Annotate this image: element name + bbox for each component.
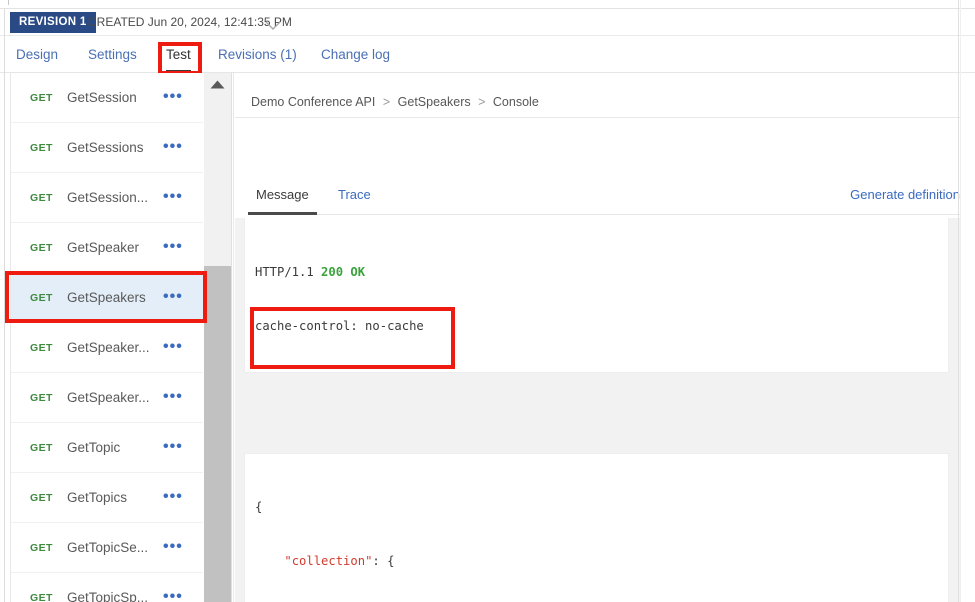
operation-method-badge: GET	[30, 242, 53, 254]
ellipsis-icon[interactable]: •••	[163, 573, 183, 602]
header-content-type: content-type: application/vnd.collection…	[255, 372, 585, 373]
body-line-0: {	[255, 499, 263, 514]
response-headers-text: HTTP/1.1 200 OK cache-control: no-cache …	[255, 226, 585, 373]
api-tab-bar: Design Settings Test Revisions (1) Chang…	[0, 36, 975, 73]
operation-name: GetSession...	[67, 190, 149, 205]
operation-row-gettopicse[interactable]: GET GetTopicSe... •••	[11, 523, 203, 573]
operation-row-getspeaker-truncated-1[interactable]: GET GetSpeaker... •••	[11, 323, 203, 373]
breadcrumb: Demo Conference API > GetSpeakers > Cons…	[251, 95, 539, 109]
operation-name: GetSpeakers	[67, 290, 146, 305]
operation-row-gettopics[interactable]: GET GetTopics •••	[11, 473, 203, 523]
response-subtabs: Message Trace Generate definition	[248, 181, 960, 215]
ellipsis-icon[interactable]: •••	[163, 323, 183, 373]
ellipsis-icon[interactable]: •••	[163, 73, 183, 123]
tab-revisions[interactable]: Revisions (1)	[218, 36, 297, 73]
breadcrumb-divider	[235, 117, 960, 118]
breadcrumb-separator: >	[382, 95, 391, 109]
api-management-test-console: REVISION 1 CREATED Jun 20, 2024, 12:41:3…	[0, 0, 975, 602]
ellipsis-icon[interactable]: •••	[163, 123, 183, 173]
operations-panel-rail-right2	[233, 73, 234, 602]
operation-method-badge: GET	[30, 392, 53, 404]
operation-method-badge: GET	[30, 92, 53, 104]
ellipsis-icon[interactable]: •••	[163, 373, 183, 423]
operation-method-badge: GET	[30, 592, 53, 602]
operation-method-badge: GET	[30, 542, 53, 554]
operation-method-badge: GET	[30, 192, 53, 204]
tab-settings[interactable]: Settings	[88, 36, 137, 73]
breadcrumb-item-api[interactable]: Demo Conference API	[251, 95, 375, 109]
operation-name: GetTopic	[67, 440, 121, 455]
ellipsis-icon[interactable]: •••	[163, 423, 183, 473]
header-cache-control: cache-control: no-cache	[255, 319, 424, 334]
tab-message[interactable]: Message	[248, 181, 317, 215]
test-console-content: Demo Conference API > GetSpeakers > Cons…	[235, 73, 975, 602]
response-body-text: { "collection": { "version": "1.0", "hre…	[255, 461, 805, 602]
ellipsis-icon[interactable]: •••	[163, 523, 183, 573]
operations-panel: GET GetSession ••• GET GetSessions ••• G…	[0, 73, 235, 602]
scrollbar-thumb[interactable]	[204, 266, 231, 602]
operation-row-gettopicsp[interactable]: GET GetTopicSp... •••	[11, 573, 203, 602]
page-right-edge	[958, 0, 959, 602]
operation-row-getsession[interactable]: GET GetSession •••	[11, 73, 203, 123]
scroll-up-arrow-icon[interactable]	[204, 73, 231, 95]
status-line-prefix: HTTP/1.1	[255, 264, 322, 279]
operations-scrollbar[interactable]	[204, 73, 231, 602]
operation-name: GetSession	[67, 90, 137, 105]
revision-bar: REVISION 1 CREATED Jun 20, 2024, 12:41:3…	[0, 8, 975, 37]
operation-name: GetSpeaker...	[67, 390, 150, 405]
generate-definition-link[interactable]: Generate definition	[850, 181, 960, 215]
body-line-1: "collection": {	[284, 554, 395, 569]
revision-created-label: CREATED Jun 20, 2024, 12:41:35 PM	[88, 15, 292, 29]
operation-row-getsessions[interactable]: GET GetSessions •••	[11, 123, 203, 173]
revision-badge: REVISION 1	[10, 12, 96, 33]
operation-row-gettopic[interactable]: GET GetTopic •••	[11, 423, 203, 473]
operation-name: GetTopicSp...	[67, 590, 149, 602]
page-right-edge2	[960, 0, 961, 602]
status-code: 200 OK	[321, 264, 366, 279]
revision-bar-left-edge	[4, 9, 5, 37]
operation-method-badge: GET	[30, 492, 53, 504]
operation-row-getsession-truncated[interactable]: GET GetSession... •••	[11, 173, 203, 223]
operation-row-getspeaker[interactable]: GET GetSpeaker •••	[11, 223, 203, 273]
operations-panel-rail-outer	[4, 73, 5, 602]
operations-panel-rail-right	[231, 73, 232, 602]
response-body-panel: { "collection": { "version": "1.0", "hre…	[244, 453, 949, 602]
tab-design[interactable]: Design	[16, 36, 58, 73]
operation-name: GetSessions	[67, 140, 144, 155]
window-top-sliver	[0, 0, 975, 8]
operation-name: GetTopics	[67, 490, 128, 505]
status-line: HTTP/1.1 200 OK	[255, 263, 585, 281]
tab-change-log[interactable]: Change log	[321, 36, 390, 73]
breadcrumb-item-operation[interactable]: GetSpeakers	[398, 95, 471, 109]
operation-name: GetTopicSe...	[67, 540, 149, 555]
operation-method-badge: GET	[30, 342, 53, 354]
ellipsis-icon[interactable]: •••	[163, 223, 183, 273]
breadcrumb-separator: >	[478, 95, 486, 109]
operation-name: GetSpeaker	[67, 240, 140, 255]
operation-method-badge: GET	[30, 292, 53, 304]
response-headers-panel: HTTP/1.1 200 OK cache-control: no-cache …	[244, 218, 949, 373]
operation-method-badge: GET	[30, 442, 53, 454]
response-area: HTTP/1.1 200 OK cache-control: no-cache …	[235, 218, 960, 602]
tab-test[interactable]: Test	[166, 36, 191, 73]
breadcrumb-item-console: Console	[492, 95, 539, 109]
operation-row-getspeakers[interactable]: GET GetSpeakers •••	[11, 273, 203, 323]
operation-name: GetSpeaker...	[67, 340, 150, 355]
operations-list: GET GetSession ••• GET GetSessions ••• G…	[11, 73, 203, 602]
ellipsis-icon[interactable]: •••	[163, 173, 183, 223]
tab-trace[interactable]: Trace	[338, 181, 371, 215]
ellipsis-icon[interactable]: •••	[163, 273, 183, 323]
tab-bar-left-edge	[4, 36, 5, 73]
ellipsis-icon[interactable]: •••	[163, 473, 183, 523]
top-tick-mark	[8, 0, 9, 5]
operation-method-badge: GET	[30, 142, 53, 154]
operation-row-getspeaker-truncated-2[interactable]: GET GetSpeaker... •••	[11, 373, 203, 423]
chevron-down-icon[interactable]	[265, 21, 281, 30]
